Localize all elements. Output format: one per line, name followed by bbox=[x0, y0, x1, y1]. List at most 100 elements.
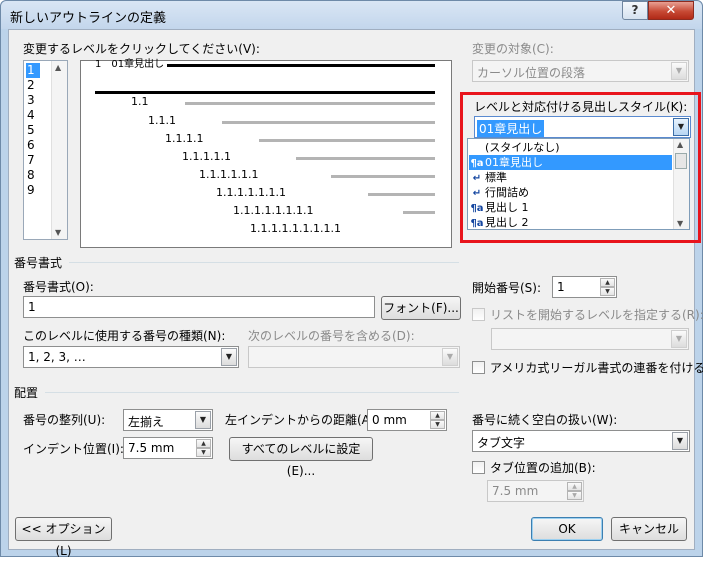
level-item-2[interactable]: 2 bbox=[26, 78, 40, 93]
preview-row-label: 1.1.1 bbox=[148, 114, 176, 127]
alignment-select[interactable]: 左揃え ▼ bbox=[123, 409, 213, 431]
legal-style-checkbox[interactable] bbox=[472, 361, 485, 374]
format-label: 番号書式(O): bbox=[23, 280, 94, 294]
tab-stop-value: 7.5 mm bbox=[492, 484, 539, 498]
indent-value: 7.5 mm bbox=[128, 441, 175, 455]
group-divider bbox=[69, 262, 459, 263]
indent-field[interactable]: 7.5 mm ▲ ▼ bbox=[123, 437, 213, 459]
level-item-6[interactable]: 6 bbox=[26, 138, 40, 153]
follow-number-label: 番号に続く空白の扱い(W): bbox=[472, 413, 618, 427]
add-tab-stop-checkbox[interactable] bbox=[472, 461, 485, 474]
start-at-spinner[interactable]: ▲ ▼ bbox=[600, 278, 615, 296]
set-for-all-levels-button[interactable]: すべてのレベルに設定(E)... bbox=[229, 437, 373, 478]
indent-spinner[interactable]: ▲ ▼ bbox=[196, 439, 211, 457]
level-item-8[interactable]: 8 bbox=[26, 168, 40, 183]
add-tab-stop-label: タブ位置の追加(B): bbox=[490, 461, 596, 475]
linked-style-value: 01章見出し bbox=[477, 120, 545, 137]
tab-stop-field[interactable]: 7.5 mm ▲ ▼ bbox=[487, 480, 584, 502]
style-option[interactable]: (スタイルなし) bbox=[469, 140, 672, 155]
spin-up-icon[interactable]: ▲ bbox=[600, 278, 615, 287]
preview-row-line bbox=[167, 64, 435, 67]
scroll-down-icon[interactable]: ▼ bbox=[677, 219, 683, 228]
chevron-down-icon: ▼ bbox=[671, 330, 687, 348]
aligned-at-value: 0 mm bbox=[372, 413, 407, 427]
chevron-down-icon: ▼ bbox=[671, 62, 687, 80]
font-button[interactable]: フォント(F)... bbox=[381, 296, 461, 320]
spin-up-icon[interactable]: ▲ bbox=[196, 439, 211, 448]
style-option[interactable]: ¶a見出し 1 bbox=[469, 200, 672, 215]
preview-row-line bbox=[296, 157, 435, 160]
preview-row-label: 1.1.1.1.1.1 bbox=[199, 168, 259, 181]
level-item-4[interactable]: 4 bbox=[26, 108, 40, 123]
spin-down-icon[interactable]: ▼ bbox=[196, 448, 211, 457]
chevron-down-icon: ▼ bbox=[195, 411, 211, 429]
follow-number-value: タブ文字 bbox=[477, 436, 526, 450]
level-list[interactable]: ▲ ▼ 123456789 bbox=[23, 60, 68, 240]
apply-target-label: 変更の対象(C): bbox=[472, 42, 554, 56]
follow-number-select[interactable]: タブ文字 ▼ bbox=[472, 430, 690, 452]
linked-style-select[interactable]: 01章見出し ▼ bbox=[474, 116, 691, 138]
align-label: 番号の整列(U): bbox=[23, 413, 106, 427]
start-at-label: 開始番号(S): bbox=[472, 281, 542, 295]
style-option-label: 行間詰め bbox=[485, 186, 529, 199]
preview-row-label: 1.1.1.1.1.1.1.1 bbox=[233, 204, 314, 217]
chevron-down-icon: ▼ bbox=[221, 348, 237, 366]
spin-up-icon[interactable]: ▲ bbox=[567, 482, 582, 491]
preview-row-label: 1.1.1.1.1 bbox=[182, 150, 231, 163]
spin-down-icon[interactable]: ▼ bbox=[600, 287, 615, 296]
style-option-label: 01章見出し bbox=[485, 156, 543, 169]
help-button[interactable]: ? bbox=[622, 1, 648, 20]
cancel-button[interactable]: キャンセル bbox=[611, 517, 687, 541]
preview-row-line bbox=[185, 102, 435, 105]
linked-style-icon: ¶a bbox=[470, 158, 484, 169]
scroll-thumb[interactable] bbox=[675, 153, 687, 169]
ok-button[interactable]: OK bbox=[531, 517, 603, 541]
number-format-field[interactable]: 1 bbox=[23, 296, 375, 318]
restart-level-select[interactable]: ▼ bbox=[491, 328, 689, 350]
linked-style-dropdown[interactable]: ¶a見出し 2 ¶a見出し 1 ↵ 行間詰め ↵ 標準 ¶a01章見出し (スタイルなし) ▲… bbox=[467, 138, 690, 230]
preview-row-label: 1 01章見出し bbox=[95, 59, 165, 70]
level-item-3[interactable]: 3 bbox=[26, 93, 40, 108]
include-level-select[interactable]: ▼ bbox=[248, 346, 460, 368]
style-option[interactable]: ↵ 行間詰め bbox=[469, 185, 672, 200]
level-item-1[interactable]: 1 bbox=[26, 63, 40, 78]
spin-up-icon[interactable]: ▲ bbox=[430, 411, 445, 420]
scroll-up-icon[interactable]: ▲ bbox=[677, 140, 683, 149]
style-option[interactable]: ↵ 標準 bbox=[469, 170, 672, 185]
dropdown-scrollbar[interactable]: ▲ ▼ bbox=[673, 139, 689, 229]
placement-group-label: 配置 bbox=[14, 386, 39, 400]
linked-style-icon: ¶a bbox=[470, 218, 484, 229]
dialog-body: 変更するレベルをクリックしてください(V): ▲ ▼ 123456789 1 0… bbox=[8, 29, 703, 558]
start-at-field[interactable]: 1 ▲ ▼ bbox=[552, 276, 617, 298]
preview-row-line bbox=[95, 91, 435, 94]
preview-row-line bbox=[368, 193, 435, 196]
options-toggle-button[interactable]: << オプション(L) bbox=[15, 517, 112, 558]
level-list-scrollbar[interactable]: ▲ ▼ bbox=[51, 61, 67, 239]
level-label: 変更するレベルをクリックしてください(V): bbox=[23, 42, 260, 56]
preview-row-label: 1.1 bbox=[131, 95, 149, 108]
preview-row-label: 1.1.1.1 bbox=[165, 132, 204, 145]
preview-row-label: 1.1.1.1.1.1.1.1.1 bbox=[250, 222, 341, 235]
level-item-7[interactable]: 7 bbox=[26, 153, 40, 168]
apply-target-value: カーソル位置の段落 bbox=[477, 66, 586, 80]
tab-stop-spinner[interactable]: ▲ ▼ bbox=[567, 482, 582, 500]
spin-down-icon[interactable]: ▼ bbox=[430, 420, 445, 429]
close-button[interactable]: ✕ bbox=[648, 1, 694, 20]
number-style-label: このレベルに使用する番号の種類(N): bbox=[23, 329, 226, 343]
level-item-9[interactable]: 9 bbox=[26, 183, 40, 198]
title-bar: 新しいアウトラインの定義 ? ✕ bbox=[1, 1, 702, 29]
spin-down-icon[interactable]: ▼ bbox=[567, 491, 582, 500]
style-option-label: 標準 bbox=[485, 171, 507, 184]
style-option[interactable]: ¶a見出し 2 bbox=[469, 215, 672, 230]
scroll-down-icon[interactable]: ▼ bbox=[55, 228, 61, 237]
style-option[interactable]: ¶a01章見出し bbox=[469, 155, 672, 170]
paragraph-style-icon: ↵ bbox=[472, 188, 482, 199]
aligned-at-field[interactable]: 0 mm ▲ ▼ bbox=[367, 409, 447, 431]
aligned-at-spinner[interactable]: ▲ ▼ bbox=[430, 411, 445, 429]
restart-list-checkbox[interactable] bbox=[472, 308, 485, 321]
level-item-5[interactable]: 5 bbox=[26, 123, 40, 138]
legal-style-label: アメリカ式リーガル書式の連番を付ける(G) bbox=[490, 361, 703, 375]
scroll-up-icon[interactable]: ▲ bbox=[55, 63, 61, 72]
apply-target-select[interactable]: カーソル位置の段落 ▼ bbox=[472, 60, 689, 82]
number-style-select[interactable]: 1, 2, 3, … ▼ bbox=[23, 346, 239, 368]
